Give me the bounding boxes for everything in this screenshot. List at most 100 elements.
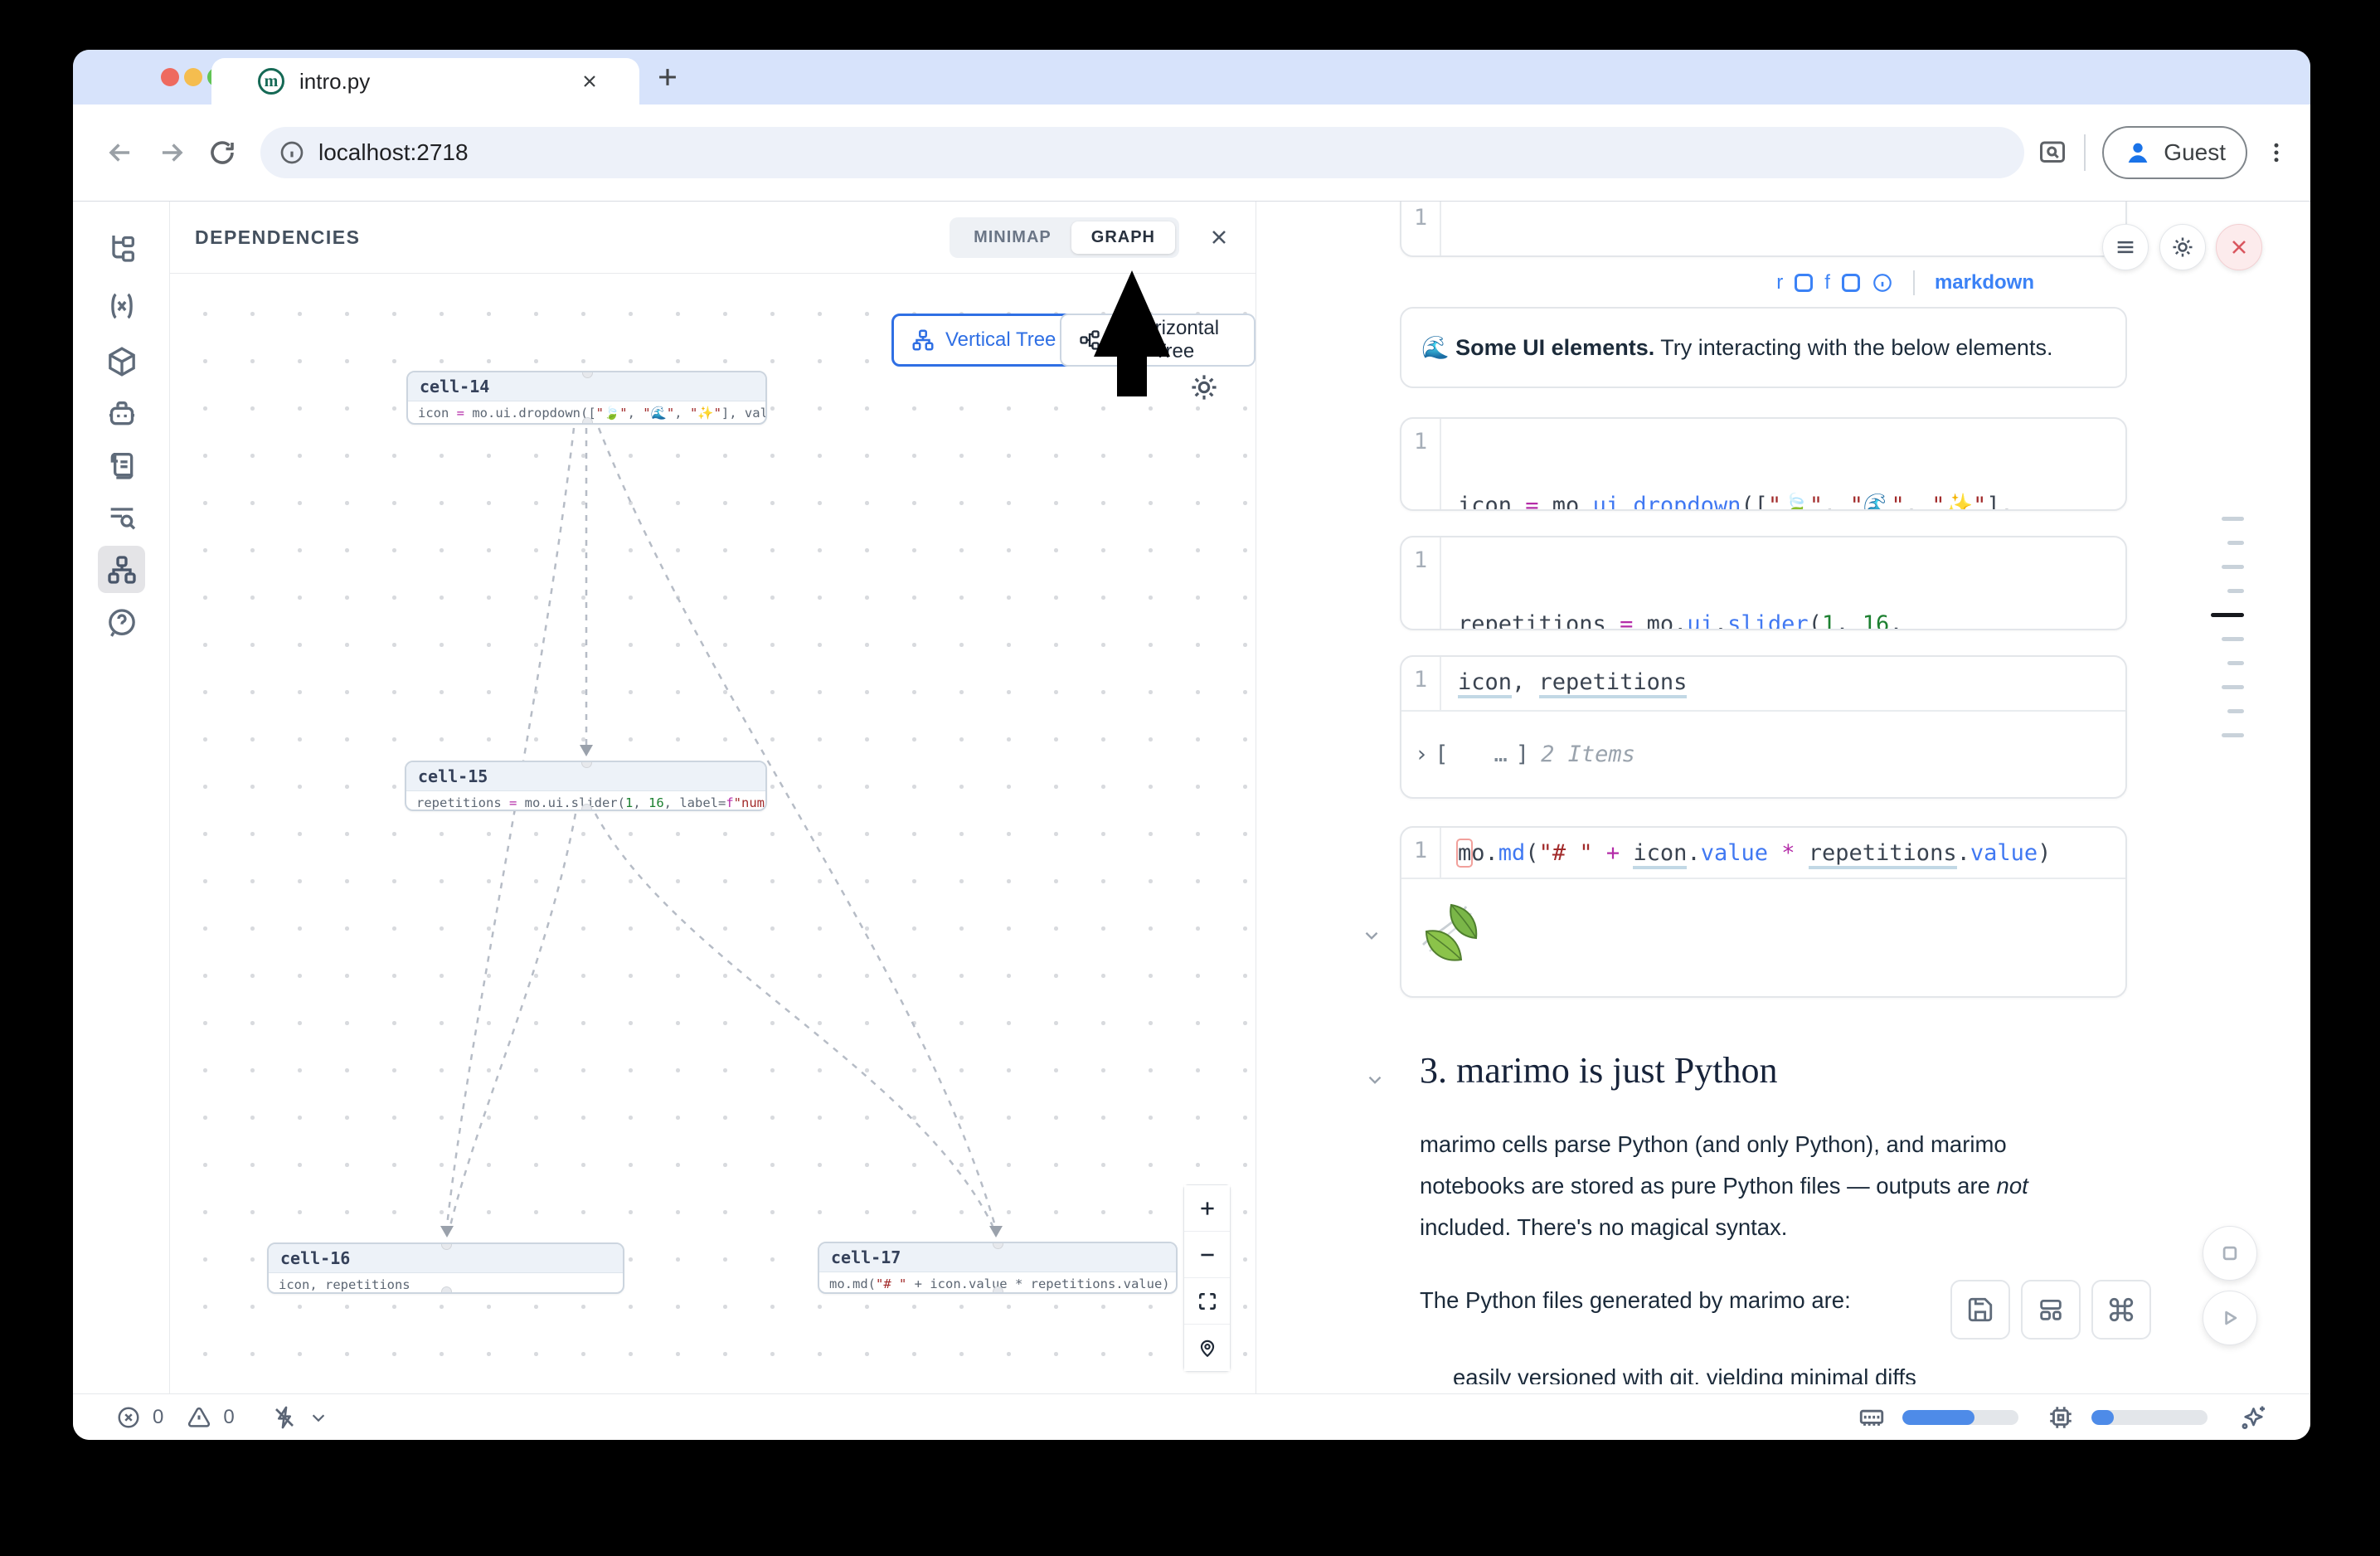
- browser-tab[interactable]: m intro.py: [211, 58, 639, 105]
- section-paragraph-2: The Python files generated by marimo are…: [1420, 1280, 1851, 1321]
- minimap-dash[interactable]: [2222, 637, 2244, 641]
- array-output[interactable]: › [ … ] 2 Items: [1401, 712, 2125, 797]
- minimap-dash[interactable]: [2227, 589, 2244, 593]
- reload-button[interactable]: [207, 138, 237, 168]
- new-tab-button[interactable]: [653, 63, 682, 91]
- list-search-icon: [105, 501, 138, 534]
- sidebar-item-dependencies[interactable]: [98, 546, 145, 593]
- tab-close-icon[interactable]: [580, 71, 600, 91]
- format-toggle-checkbox[interactable]: [1842, 274, 1860, 292]
- hamburger-icon: [2114, 236, 2137, 259]
- forward-button[interactable]: [156, 137, 187, 168]
- graph-node-cell-14[interactable]: cell-14 icon = mo.ui.dropdown(["🍃", "🌊",…: [406, 371, 767, 425]
- code-line: mo.md("# " + icon.value * repetitions.va…: [1458, 838, 2051, 868]
- shutdown-button[interactable]: [2216, 224, 2262, 270]
- panel-close-icon[interactable]: [1207, 226, 1231, 249]
- status-bar: 0 0: [73, 1393, 2310, 1440]
- graph-node-cell-16[interactable]: cell-16 icon, repetitions: [267, 1242, 624, 1294]
- memory-icon[interactable]: [1858, 1403, 1886, 1432]
- collapse-section-chevron[interactable]: [1364, 1069, 1386, 1091]
- cell-editor-momd[interactable]: 1 mo.md("# " + icon.value * repetitions.…: [1400, 826, 2127, 998]
- node-code: mo.md("# " + icon.value * repetitions.va…: [819, 1272, 1176, 1294]
- fit-view-button[interactable]: [1184, 1278, 1230, 1325]
- zoom-in-button[interactable]: [1184, 1185, 1230, 1232]
- node-title: cell-16: [269, 1244, 623, 1273]
- language-label[interactable]: markdown: [1935, 271, 2034, 294]
- errors-icon[interactable]: [116, 1405, 141, 1430]
- vertical-tree-button[interactable]: Vertical Tree: [891, 314, 1075, 367]
- collapse-output-chevron[interactable]: [1361, 925, 1382, 946]
- markdown-output: 🌊 Some UI elements. Try interacting with…: [1400, 307, 2127, 388]
- vertical-tree-icon: [911, 328, 935, 353]
- sidebar-item-ai-assistant[interactable]: [98, 390, 145, 437]
- traffic-minimize-button[interactable]: [184, 68, 202, 86]
- tab-graph[interactable]: GRAPH: [1071, 221, 1175, 254]
- graph-settings-icon[interactable]: [1188, 372, 1220, 403]
- minimap-dash[interactable]: [2222, 733, 2244, 737]
- address-bar[interactable]: localhost:2718: [260, 127, 2024, 178]
- cpu-icon[interactable]: [2047, 1403, 2075, 1432]
- stop-icon: [2217, 1241, 2242, 1266]
- notebook-settings-button[interactable]: [2159, 224, 2206, 270]
- save-button[interactable]: [1950, 1280, 2010, 1340]
- node-code: icon, repetitions: [269, 1273, 623, 1294]
- warning-count: 0: [223, 1406, 234, 1429]
- cell-editor-dropdown[interactable]: 1 icon = mo.ui.dropdown(["🍃", "🌊", "✨"],…: [1400, 417, 2127, 511]
- sidebar-item-variables[interactable]: [98, 282, 145, 329]
- minimap-dash[interactable]: [2222, 517, 2244, 521]
- back-button[interactable]: [104, 137, 136, 168]
- minimap-dash-active[interactable]: [2211, 613, 2244, 617]
- cell-editor-markdown-intro[interactable]: 1 **🌊 Some UI elements.** Try interactin…: [1400, 202, 2127, 257]
- node-code: repetitions = mo.ui.slider(1, 16, label=…: [406, 791, 765, 811]
- minimap-dash[interactable]: [2227, 541, 2244, 545]
- scroll-icon: [105, 449, 138, 482]
- command-palette-button[interactable]: [2091, 1280, 2151, 1340]
- run-all-button[interactable]: [2203, 1291, 2257, 1345]
- leaf-emoji-output: [1415, 900, 1481, 976]
- minimap-dash[interactable]: [2222, 565, 2244, 569]
- cell-editor-refs[interactable]: 1 icon, repetitions › [ … ] 2 Items: [1400, 655, 2127, 799]
- node-title: cell-15: [406, 762, 765, 791]
- layout-button[interactable]: [2021, 1280, 2081, 1340]
- clipped-text-line: easily versioned with git, yielding mini…: [1453, 1364, 1916, 1384]
- chevron-down-icon[interactable]: [309, 1408, 328, 1427]
- shortcut-f-label: f: [1824, 271, 1830, 294]
- notebook-menu-button[interactable]: [2102, 224, 2149, 270]
- graph-node-cell-17[interactable]: cell-17 mo.md("# " + icon.value * repeti…: [818, 1242, 1178, 1294]
- tab-minimap[interactable]: MINIMAP: [954, 221, 1071, 254]
- gear-icon: [2170, 235, 2195, 260]
- play-icon: [2217, 1306, 2242, 1330]
- browser-menu-icon[interactable]: [2264, 140, 2289, 165]
- sidebar-item-search-outline[interactable]: [98, 494, 145, 541]
- sidebar-item-snippets[interactable]: [98, 441, 145, 489]
- warnings-icon[interactable]: [187, 1405, 211, 1430]
- line-number: 1: [1401, 657, 1441, 710]
- minimap-dash[interactable]: [2227, 709, 2244, 713]
- shortcut-r-label: r: [1776, 271, 1783, 294]
- node-title: cell-17: [819, 1243, 1176, 1272]
- run-toggle-checkbox[interactable]: [1795, 274, 1813, 292]
- dependency-graph-canvas[interactable]: Vertical Tree Horizontal Tree cell-14 ic…: [170, 274, 1256, 1393]
- sidebar-item-packages[interactable]: [98, 338, 145, 385]
- site-info-icon[interactable]: [279, 139, 305, 166]
- minimap-dash[interactable]: [2227, 661, 2244, 665]
- zoom-out-button[interactable]: [1184, 1232, 1230, 1278]
- dependency-graph-icon: [105, 553, 138, 586]
- cell-minimap[interactable]: [2211, 517, 2244, 757]
- sidebar-item-help[interactable]: [98, 599, 145, 646]
- minimap-dash[interactable]: [2222, 685, 2244, 689]
- expand-chevron[interactable]: ›: [1415, 742, 1428, 767]
- center-selection-button[interactable]: [1184, 1325, 1230, 1371]
- ai-sparkle-icon[interactable]: [2237, 1403, 2267, 1432]
- profile-button[interactable]: Guest: [2102, 126, 2247, 179]
- stop-button[interactable]: [2203, 1226, 2257, 1281]
- traffic-close-button[interactable]: [161, 68, 179, 86]
- code-line: repetitions = mo.ui.slider(1, 16,: [1458, 609, 1916, 630]
- horizontal-tree-button[interactable]: Horizontal Tree: [1060, 314, 1256, 367]
- tab-search-icon[interactable]: [2038, 138, 2067, 168]
- info-icon[interactable]: [1872, 272, 1893, 294]
- run-disabled-icon[interactable]: [271, 1404, 298, 1431]
- sidebar-item-file-explorer[interactable]: [98, 224, 145, 271]
- graph-node-cell-15[interactable]: cell-15 repetitions = mo.ui.slider(1, 16…: [405, 761, 767, 811]
- cell-editor-slider[interactable]: 1 repetitions = mo.ui.slider(1, 16, labe…: [1400, 536, 2127, 630]
